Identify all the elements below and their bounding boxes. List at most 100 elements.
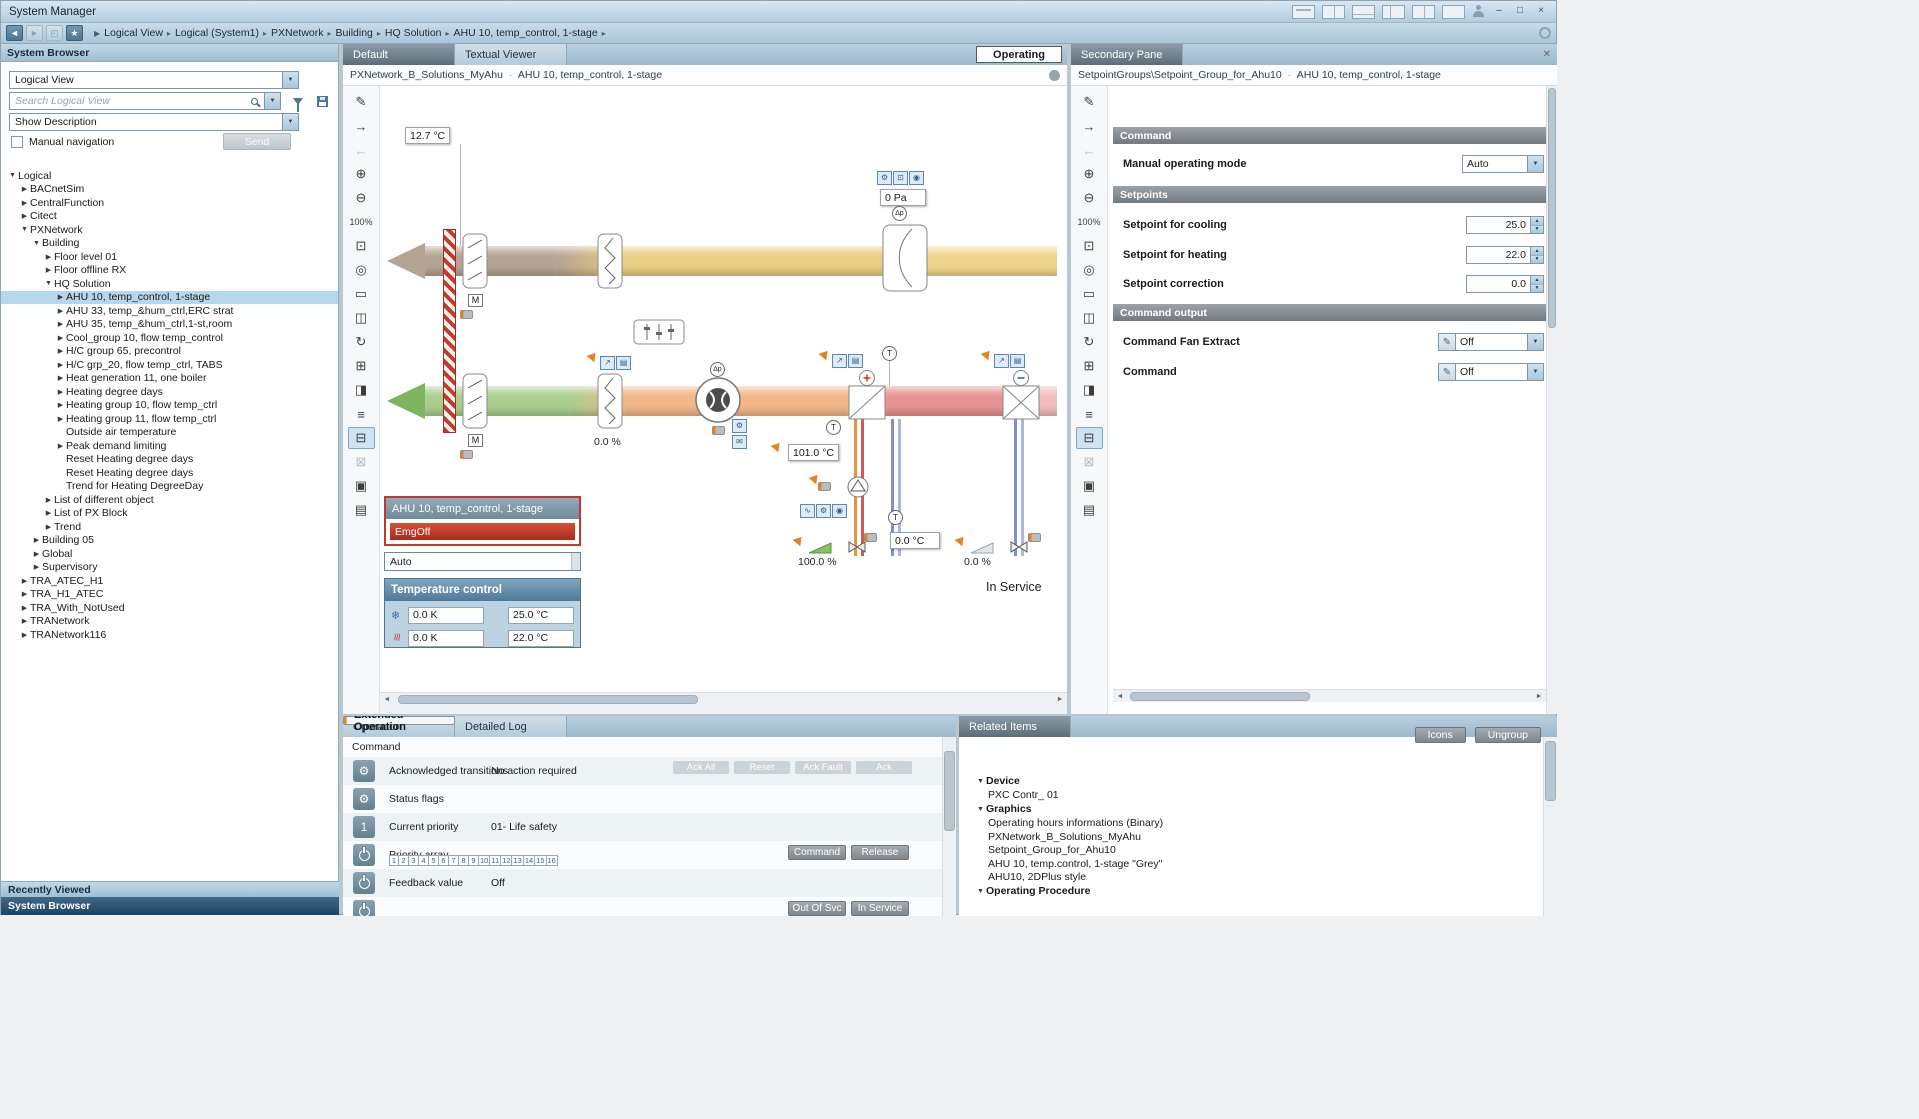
breadcrumb-item[interactable]: Logical (System1) <box>175 27 259 39</box>
tool-grid[interactable]: ⊞ <box>348 355 375 377</box>
breadcrumb-item[interactable]: PXNetwork <box>271 27 324 39</box>
tree-item[interactable]: ▶Heating group 10, flow temp_ctrl <box>1 399 338 413</box>
alarm-banner[interactable]: EmgOff <box>390 523 575 540</box>
tree-item[interactable]: ▶Peak demand limiting <box>1 439 338 453</box>
heating-valve-icon[interactable] <box>848 541 866 553</box>
cooling-valve-icon[interactable] <box>1010 541 1028 553</box>
tab-default[interactable]: Default <box>343 44 455 65</box>
layout-grid-icon[interactable] <box>1412 5 1435 19</box>
tool-grid[interactable]: ⊞ <box>1076 355 1103 377</box>
cooling-setpoint-field[interactable]: 25.0 °C <box>508 607 574 624</box>
edit-pencil-icon[interactable]: ✎ <box>1438 363 1456 381</box>
tree-expand-icon[interactable]: ▶ <box>55 401 66 409</box>
chevron-down-icon[interactable]: ▼ <box>1528 363 1544 381</box>
priority-cell[interactable]: 12 <box>501 855 512 866</box>
tool-zoom-out[interactable]: ⊖ <box>1076 187 1103 209</box>
spin-up-icon[interactable]: ▲ <box>1531 276 1543 284</box>
priority-cell[interactable]: 13 <box>512 855 523 866</box>
tree-item[interactable]: ▶BACnetSim <box>1 183 338 197</box>
tree-item[interactable]: ▶TRA_With_NotUsed <box>1 601 338 615</box>
tab-related-items[interactable]: Related Items <box>959 716 1071 737</box>
priority-cell[interactable]: 5 <box>429 855 439 866</box>
chevron-down-icon[interactable]: ▼ <box>282 114 298 130</box>
scroll-right-icon[interactable]: ► <box>1532 690 1546 703</box>
secondary-horizontal-scrollbar[interactable]: ◄ ► <box>1113 689 1546 702</box>
tree-expand-icon[interactable]: ▶ <box>55 374 66 382</box>
tree-item[interactable]: ▶Citect <box>1 210 338 224</box>
tree-expand-icon[interactable]: ▶ <box>43 509 54 517</box>
tool-zoom-window[interactable]: ◫ <box>348 307 375 329</box>
tool-select-rect[interactable]: ▭ <box>1076 283 1103 305</box>
minimize-button[interactable]: – <box>1492 5 1506 18</box>
related-item[interactable]: AHU10, 2DPlus style <box>975 871 1537 885</box>
layout-bottom-strip-icon[interactable] <box>1352 5 1375 19</box>
extract-damper-icon[interactable] <box>462 233 488 289</box>
tree-collapse-icon[interactable]: ▼ <box>19 226 30 233</box>
chevron-down-icon[interactable]: ▼ <box>282 72 298 88</box>
search-history-chevron-icon[interactable]: ▼ <box>264 93 280 109</box>
tree-expand-icon[interactable]: ▶ <box>19 617 30 625</box>
curve-chip-icon[interactable]: ∿ <box>800 504 815 518</box>
related-group-header[interactable]: ▼Graphics <box>975 802 1537 817</box>
related-item[interactable]: PXNetwork_B_Solutions_MyAhu <box>975 830 1537 844</box>
tree-collapse-icon[interactable]: ▼ <box>31 240 42 247</box>
tool-print[interactable]: ▤ <box>348 499 375 521</box>
tree-item[interactable]: ▶Floor offline RX <box>1 264 338 278</box>
fan-extract-command-control[interactable]: ✎Off▼ <box>1438 333 1544 351</box>
tree-item[interactable]: ▶H/C grp_20, flow temp_ctrl, TABS <box>1 358 338 372</box>
tool-zoom-in[interactable]: ⊕ <box>348 163 375 185</box>
pump-icon[interactable] <box>847 476 869 498</box>
priority-cell[interactable]: 11 <box>490 855 501 866</box>
layout-monitor-icon[interactable] <box>1292 5 1315 19</box>
priority-cell[interactable]: 7 <box>449 855 459 866</box>
tool-filter[interactable]: ⊟ <box>348 427 375 449</box>
spin-down-icon[interactable]: ▼ <box>1531 225 1543 234</box>
tree-expand-icon[interactable]: ▶ <box>43 253 54 261</box>
extract-filter-icon[interactable] <box>597 233 623 289</box>
heating-setpoint-spinner[interactable]: 22.0▲▼ <box>1466 246 1544 264</box>
tool-layers[interactable]: ≡ <box>348 403 375 425</box>
tree-item[interactable]: ▶Heat generation 11, one boiler <box>1 372 338 386</box>
close-pane-icon[interactable]: ✕ <box>1543 49 1551 60</box>
doc-path-item[interactable]: AHU 10, temp_control, 1-stage <box>518 69 662 81</box>
priority-cell[interactable]: 9 <box>469 855 479 866</box>
tree-expand-icon[interactable]: ▶ <box>19 631 30 639</box>
edit-pencil-icon[interactable]: ✎ <box>1438 333 1456 351</box>
in-service-button[interactable]: In Service <box>851 901 909 916</box>
priority-cell[interactable]: 16 <box>547 855 558 866</box>
tree-item[interactable]: ▶CentralFunction <box>1 196 338 210</box>
tree-item[interactable]: ▼HQ Solution <box>1 277 338 291</box>
tree-collapse-icon[interactable]: ▼ <box>975 888 986 895</box>
tool-zoom-level[interactable]: 100% <box>348 211 375 233</box>
tree-item[interactable]: ▼Logical <box>1 169 338 183</box>
tool-copy[interactable]: ▣ <box>1076 475 1103 497</box>
tool-fit-view[interactable]: ◨ <box>1076 379 1103 401</box>
tree-expand-icon[interactable]: ▶ <box>43 266 54 274</box>
breadcrumb-item[interactable]: AHU 10, temp_control, 1-stage <box>454 27 598 39</box>
tree-expand-icon[interactable]: ▶ <box>55 320 66 328</box>
ahu-status-panel[interactable]: AHU 10, temp_control, 1-stage EmgOff <box>384 496 581 546</box>
favorite-button[interactable]: ★ <box>66 25 83 41</box>
tree-item[interactable]: ▼PXNetwork <box>1 223 338 237</box>
restore-button[interactable]: □ <box>1513 5 1527 18</box>
tree-collapse-icon[interactable]: ▼ <box>7 172 18 179</box>
layout-left-pane-icon[interactable] <box>1382 5 1405 19</box>
manual-mode-select[interactable]: Auto▼ <box>1462 155 1544 173</box>
chevron-down-icon[interactable]: ▼ <box>1527 156 1543 172</box>
description-select[interactable]: Show Description ▼ <box>9 113 299 131</box>
tool-rotate[interactable]: ↻ <box>348 331 375 353</box>
scrollbar-thumb[interactable] <box>1130 692 1310 701</box>
tool-magnifier[interactable]: ◎ <box>1076 259 1103 281</box>
doc-path-root[interactable]: SetpointGroups\Setpoint_Group_for_Ahu10 <box>1078 69 1282 81</box>
schedule-chip-icon[interactable]: ⊡ <box>893 171 908 185</box>
tree-expand-icon[interactable]: ▶ <box>31 563 42 571</box>
priority-cell[interactable]: 10 <box>479 855 490 866</box>
tree-expand-icon[interactable]: ▶ <box>19 577 30 585</box>
tree-item[interactable]: Trend for Heating DegreeDay <box>1 480 338 494</box>
supply-filter-icon[interactable] <box>597 373 623 429</box>
tool-zoom-level[interactable]: 100% <box>1076 211 1103 233</box>
spin-up-icon[interactable]: ▲ <box>1531 247 1543 255</box>
tree-expand-icon[interactable]: ▶ <box>55 442 66 450</box>
tool-edit[interactable]: ✎ <box>1076 91 1103 113</box>
scrollbar-thumb[interactable] <box>944 751 955 831</box>
